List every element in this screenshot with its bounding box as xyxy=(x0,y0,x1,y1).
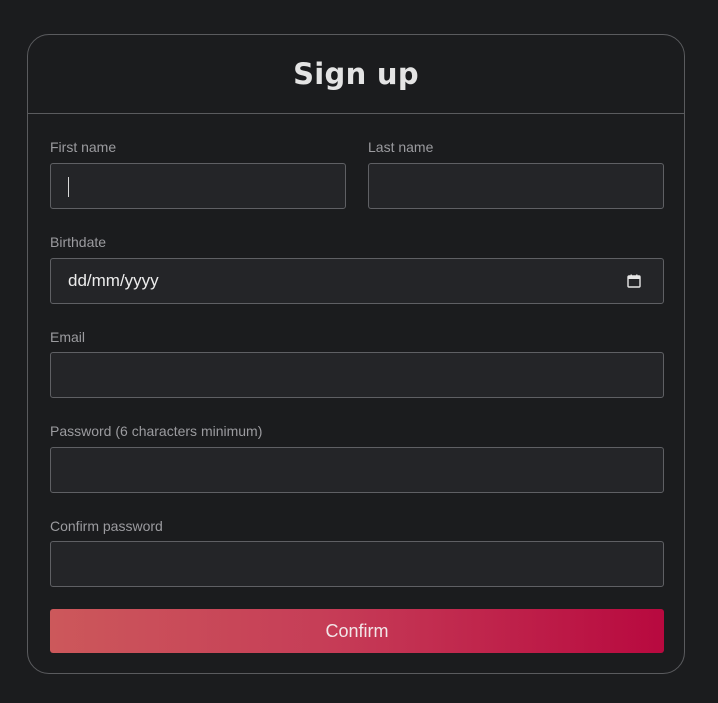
birthdate-value: dd/mm/yyyy xyxy=(68,271,159,290)
page-title: Sign up xyxy=(293,57,419,91)
first-name-field[interactable] xyxy=(50,163,346,209)
first-name-label: First name xyxy=(50,139,117,155)
password-input[interactable] xyxy=(51,448,663,492)
last-name-field[interactable] xyxy=(368,163,664,209)
password-field[interactable] xyxy=(50,447,664,493)
last-name-label: Last name xyxy=(368,139,434,155)
email-input[interactable] xyxy=(51,353,663,397)
card-header: Sign up xyxy=(28,35,684,114)
signup-card: Sign up First name Last name Birthdate d… xyxy=(27,34,685,674)
password-label: Password (6 characters minimum) xyxy=(50,423,263,439)
confirm-password-input[interactable] xyxy=(51,542,663,586)
first-name-input[interactable] xyxy=(51,164,345,208)
text-caret xyxy=(68,177,69,197)
last-name-input[interactable] xyxy=(369,164,663,208)
confirm-password-field[interactable] xyxy=(50,541,664,587)
birthdate-label: Birthdate xyxy=(50,234,107,250)
confirm-button[interactable]: Confirm xyxy=(50,609,664,653)
birthdate-field[interactable]: dd/mm/yyyy xyxy=(50,258,664,304)
confirm-password-label: Confirm password xyxy=(50,518,163,534)
email-field[interactable] xyxy=(50,352,664,398)
email-label: Email xyxy=(50,329,86,345)
calendar-icon[interactable] xyxy=(627,274,641,288)
